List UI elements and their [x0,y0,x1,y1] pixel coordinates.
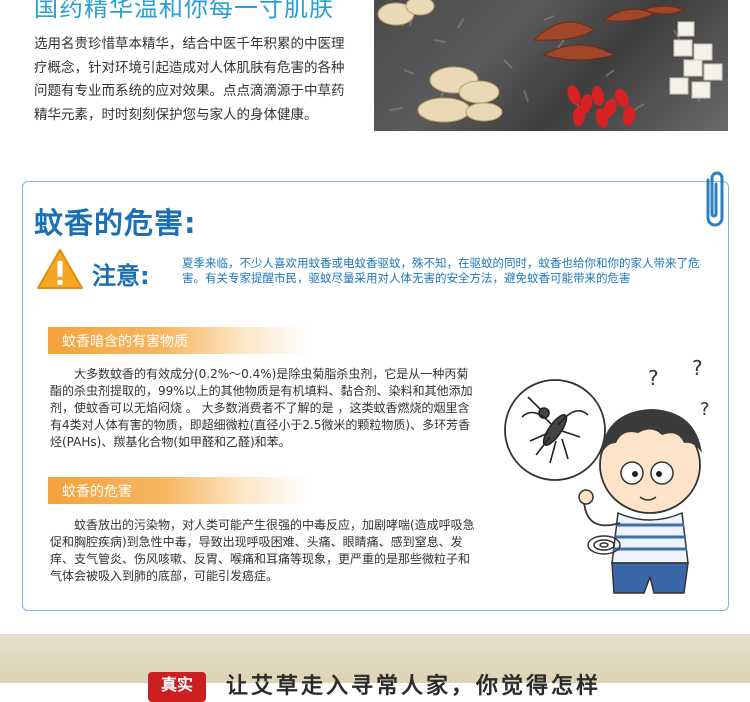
section-banner-hazards: 蚊香的危害 [48,477,308,504]
top-heading: 国药精华温和你每一寸肌肤 [34,0,334,22]
bottom-badge: 真实 [148,672,206,702]
warning-triangle-icon [37,249,83,289]
section-text-hazards: 蚊香放出的污染物，对人类可能产生很强的中毒反应，加剧哮喘(造成呼吸急促和胸腔疾病… [50,518,475,583]
cartoon-boy-mosquito: ? ? ? [504,356,710,594]
section-banner-harmful-substances: 蚊香暗含的有害物质 [48,327,308,354]
section-title: 蚊香的危害 [62,484,132,500]
section-title: 蚊香暗含的有害物质 [62,334,188,350]
section-text-harmful-substances: 大多数蚊香的有效成分(0.2%～0.4%)是除虫菊脂杀虫剂，它是从一种丙菊酯的杀… [50,367,473,449]
notice-text: 夏季来临，不少人喜欢用蚊香或电蚊香驱蚊，殊不知，在驱蚊的同时，蚊香也给你和你的家… [182,256,700,285]
top-paragraph: 选用名贵珍惜草本精华，结合中医千年积累的中医理疗概念，针对环境引起造成对人体肌肤… [34,36,345,123]
card-title: 蚊香的危害: [34,206,197,240]
svg-text:?: ? [692,356,703,380]
herbs-illustration [377,0,723,128]
bottom-title: 让艾草走入寻常人家，你觉得怎样 [226,674,602,699]
herbs-photo [374,0,728,131]
svg-text:?: ? [700,399,710,420]
notice-label: 注意: [92,262,150,290]
svg-text:?: ? [648,366,659,390]
paperclip-icon [706,171,724,227]
